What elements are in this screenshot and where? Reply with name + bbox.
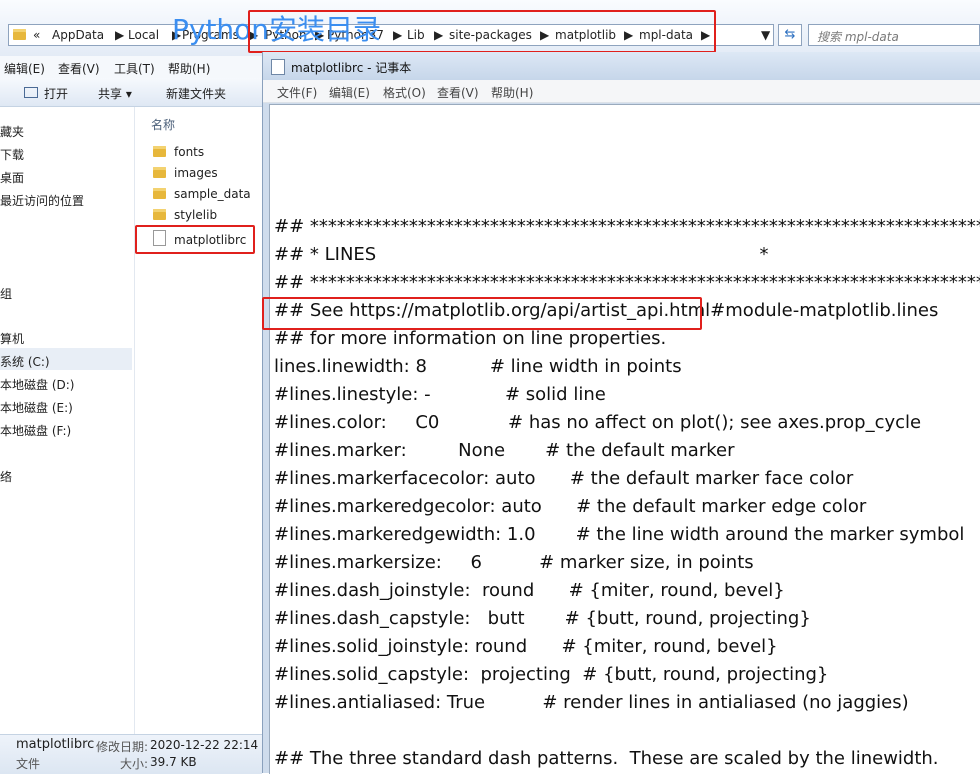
text-line: #lines.markeredgecolor: auto # the defau… [274,496,867,517]
breadcrumb-overflow[interactable]: « [33,28,40,42]
menu-edit[interactable]: 编辑(E) [4,60,45,77]
open-icon [24,87,38,98]
navigation-pane: 藏夹 下载 桌面 最近访问的位置 组 算机 系统 (C:) 本地磁盘 (D:) … [0,107,135,734]
text-line: ## *************************************… [274,272,980,293]
file-name: fonts [174,145,205,159]
text-line: #lines.markersize: 6 # marker size, in p… [274,552,754,573]
menu-help[interactable]: 帮助(H) [168,60,210,77]
file-name: images [174,166,218,180]
list-item-sample-data[interactable]: sample_data [153,187,251,201]
list-item-images[interactable]: images [153,166,218,180]
nav-item-network[interactable]: 络 [0,468,12,485]
details-modified-value: 2020-12-22 22:14 [150,738,259,752]
details-size-value: 39.7 KB [150,755,197,769]
nav-item-homegroup[interactable]: 组 [0,285,12,302]
text-line: #lines.markeredgewidth: 1.0 # the line w… [274,524,965,545]
annotation-box-file [135,225,255,254]
notepad-icon [271,59,285,75]
np-menu-format[interactable]: 格式(O) [383,84,426,101]
text-line: #lines.dash_joinstyle: round # {miter, r… [274,580,785,601]
nav-item-drive-d[interactable]: 本地磁盘 (D:) [0,376,74,393]
refresh-button[interactable]: ⇆ [778,24,802,46]
search-placeholder: 搜索 mpl-data [817,30,899,44]
text-line: #lines.antialiased: True # render lines … [274,692,909,713]
text-line: #lines.marker: None # the default marker [274,440,735,461]
folder-icon [13,27,26,41]
details-file-name: matplotlibrc [16,737,95,752]
explorer-toolbar: 打开 共享 ▾ 新建文件夹 [0,78,262,107]
notepad-title: matplotlibrc - 记事本 [291,61,412,75]
details-file-type: 文件 [16,757,41,771]
text-line: #lines.solid_capstyle: projecting # {but… [274,664,829,685]
text-line: ## *************************************… [274,216,980,237]
nav-item-recent-places[interactable]: 最近访问的位置 [0,192,84,209]
text-line: ## The three standard dash patterns. The… [274,748,939,769]
list-item-fonts[interactable]: fonts [153,145,204,159]
details-modified-label: 修改日期: [96,740,149,754]
np-menu-view[interactable]: 查看(V) [437,84,479,101]
nav-item-drive-c[interactable]: 系统 (C:) [0,353,50,370]
open-button[interactable]: 打开 [44,85,68,102]
text-line: ## for more information on line properti… [274,328,667,349]
notepad-text-area[interactable]: ## *************************************… [269,104,980,774]
notepad-window: matplotlibrc - 记事本 文件(F) 编辑(E) 格式(O) 查看(… [262,52,980,774]
text-line-highlighted: lines.linewidth: 8 # line width in point… [274,356,682,377]
menu-tools[interactable]: 工具(T) [114,60,155,77]
np-menu-edit[interactable]: 编辑(E) [329,84,370,101]
nav-item-drive-f[interactable]: 本地磁盘 (F:) [0,422,71,439]
details-size-label: 大小: [120,757,149,771]
nav-item-downloads[interactable]: 下载 [0,146,24,163]
new-folder-button[interactable]: 新建文件夹 [166,85,226,102]
text-line: #lines.solid_joinstyle: round # {miter, … [274,636,778,657]
chevron-right-icon: ▶ [115,28,125,42]
explorer-menu-bar: 编辑(E) 查看(V) 工具(T) 帮助(H) [0,56,262,78]
annotation-box-linewidth [262,297,702,330]
folder-icon [153,188,166,199]
breadcrumb-local[interactable]: Local [128,28,159,42]
text-line: #lines.dash_capstyle: butt # {butt, roun… [274,608,811,629]
breadcrumb-appdata[interactable]: AppData [52,28,104,42]
text-line: ## * LINES * [274,244,769,265]
refresh-icon: ⇆ [784,27,796,42]
notepad-title-bar[interactable]: matplotlibrc - 记事本 [263,52,980,80]
details-pane: matplotlibrc 修改日期: 2020-12-22 22:14 文件 大… [0,734,262,774]
nav-item-drive-e[interactable]: 本地磁盘 (E:) [0,399,73,416]
file-list: 名称 fonts images sample_data stylelib mat… [135,107,262,734]
list-item-stylelib[interactable]: stylelib [153,208,217,222]
file-name: stylelib [174,208,218,222]
menu-view[interactable]: 查看(V) [58,60,100,77]
text-line: #lines.linestyle: - # solid line [274,384,606,405]
notepad-menu-bar: 文件(F) 编辑(E) 格式(O) 查看(V) 帮助(H) [263,80,980,103]
nav-item-computer[interactable]: 算机 [0,330,24,347]
column-header-name[interactable]: 名称 [151,116,175,133]
np-menu-help[interactable]: 帮助(H) [491,84,533,101]
text-line: #lines.markerfacecolor: auto # the defau… [274,468,854,489]
annotation-box-path [248,10,716,53]
folder-icon [153,146,166,157]
nav-item-favorites[interactable]: 藏夹 [0,123,24,140]
folder-icon [153,167,166,178]
file-name: sample_data [174,187,251,201]
folder-icon [153,209,166,220]
text-line: #lines.color: C0 # has no affect on plot… [274,412,922,433]
dropdown-arrow-icon[interactable]: ▼ [761,28,770,42]
np-menu-file[interactable]: 文件(F) [277,84,317,101]
nav-item-desktop[interactable]: 桌面 [0,169,24,186]
search-input[interactable]: 搜索 mpl-data [808,24,980,46]
share-button[interactable]: 共享 ▾ [98,85,132,102]
